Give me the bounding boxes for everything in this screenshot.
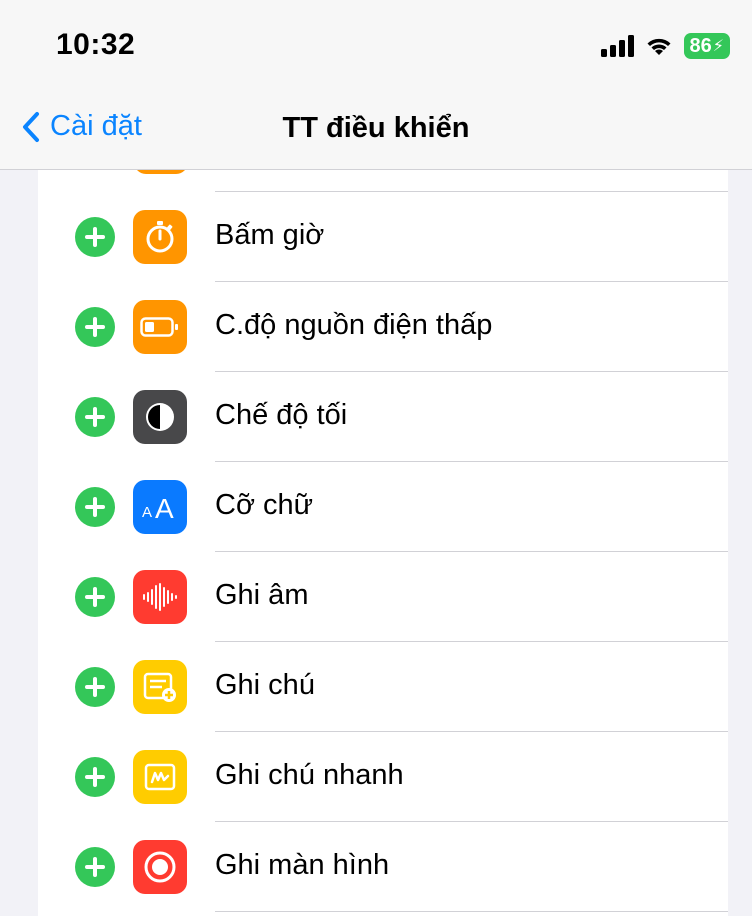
svg-text:A: A [155,493,174,522]
battery-indicator: 86 ⚡ [683,33,730,59]
item-label: Ghi âm [215,579,309,611]
svg-text:A: A [142,504,152,521]
status-time: 10:32 [56,28,136,61]
add-control-button[interactable] [75,847,115,887]
wifi-icon [647,38,671,55]
list-item: Ghi âm [38,552,728,642]
screen-record-icon [133,840,187,894]
navigation-bar: Cài đặt TT điều khiển [0,92,752,170]
item-label: Cỡ chữ [215,489,314,521]
add-control-button[interactable] [75,217,115,257]
quick-note-icon [133,750,187,804]
add-control-button[interactable] [75,487,115,527]
cellular-signal-icon [600,35,634,57]
list-item: Ghi chú [38,642,728,732]
controls-list: Bấm giờ C.độ nguồn điện thấp Chế độ tối [38,170,728,916]
add-control-button[interactable] [75,757,115,797]
item-label: Bấm giờ [215,219,325,251]
add-control-button[interactable] [75,577,115,617]
low-power-battery-icon [133,300,187,354]
list-item: Ghi chú nhanh [38,732,728,822]
partial-app-icon [134,170,188,174]
dark-mode-icon [133,390,187,444]
list-item: A A Cỡ chữ [38,462,728,552]
item-label: Ghi chú nhanh [215,759,404,791]
add-control-button[interactable] [75,307,115,347]
list-item: Ghi màn hình [38,822,728,912]
charging-bolt-icon: ⚡ [712,38,724,55]
add-control-button[interactable] [75,667,115,707]
page-title: TT điều khiển [282,112,470,144]
list-item: C.độ nguồn điện thấp [38,282,728,372]
stopwatch-icon [133,210,187,264]
list-item: Bấm giờ [38,192,728,282]
text-size-icon: A A [133,480,187,534]
item-label: Chế độ tối [215,399,348,431]
battery-level: 86 [689,34,712,57]
item-label: Ghi chú [215,669,315,701]
item-label: Ghi màn hình [215,849,390,881]
notes-add-icon [133,660,187,714]
voice-memo-waveform-icon [133,570,187,624]
add-control-button[interactable] [75,397,115,437]
divider [215,911,728,912]
status-bar: 10:32 86 ⚡ [0,0,752,92]
item-label: C.độ nguồn điện thấp [215,309,493,341]
status-icons: 86 ⚡ [600,33,730,59]
list-item: Chế độ tối [38,372,728,462]
